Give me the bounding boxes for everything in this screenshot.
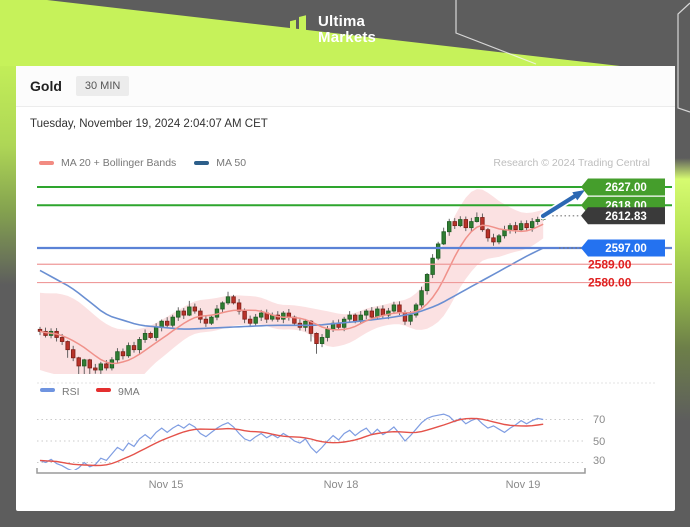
decorative-outline-right (678, 3, 690, 112)
rsi-ma-legend-label: 9MA (118, 386, 140, 398)
resistance2-badge: 2627.00 (581, 179, 665, 196)
ma20-legend-label: MA 20 + Bollinger Bands (61, 157, 176, 169)
ma50-legend-swatch (194, 161, 209, 165)
pivot-value: 2597.00 (605, 243, 647, 255)
report-datetime: Tuesday, November 19, 2024 2:04:07 AM CE… (16, 107, 675, 136)
brand-line2: Markets (318, 30, 376, 46)
x-label-nov19: Nov 19 (506, 479, 541, 491)
x-axis-line (37, 468, 585, 473)
ma20-legend-swatch (39, 161, 54, 165)
resistance2-value: 2627.00 (605, 182, 647, 194)
research-credit: Research © 2024 Trading Central (493, 157, 650, 169)
main-chart-legend: MA 20 + Bollinger Bands MA 50 Research ©… (16, 152, 675, 174)
ma50-legend-label: MA 50 (216, 157, 246, 169)
x-label-nov18: Nov 18 (324, 479, 359, 491)
rsi-legend-label: RSI (62, 386, 80, 398)
rsi-tick-50: 50 (593, 436, 605, 448)
brand-logo: Ultima Markets (287, 10, 376, 50)
last-price-badge: 2612.83 (581, 207, 665, 224)
report-card: Gold 30 MIN Tuesday, November 19, 2024 2… (16, 66, 675, 511)
rsi-legend: RSI 9MA (40, 386, 140, 398)
legend-ma50: MA 50 (194, 157, 246, 169)
last-price-value: 2612.83 (605, 211, 647, 223)
rsi-legend-swatch (40, 388, 55, 392)
instrument-title: Gold (30, 78, 62, 94)
brand-text: Ultima Markets (318, 14, 376, 46)
price-chart-canvas: 2627.00 2618.00 2612.83 2597.00 2589.00 … (16, 172, 675, 511)
legend-ma20-bollinger: MA 20 + Bollinger Bands (39, 157, 176, 169)
timeframe-badge: 30 MIN (76, 76, 129, 96)
rsi-tick-70: 70 (593, 414, 605, 426)
main-chart-layer (38, 189, 545, 400)
x-label-nov15: Nov 15 (149, 479, 184, 491)
support1-value: 2589.00 (588, 257, 632, 271)
support2-value: 2580.00 (588, 276, 632, 290)
breakout-arrow (543, 190, 585, 216)
brand-line1: Ultima (318, 14, 376, 30)
pivot-badge: 2597.00 (581, 240, 665, 257)
ultima-markets-icon (287, 10, 309, 50)
rsi-ma-legend-swatch (96, 388, 111, 392)
title-row: Gold 30 MIN (16, 66, 675, 107)
rsi-tick-30: 30 (593, 455, 605, 467)
